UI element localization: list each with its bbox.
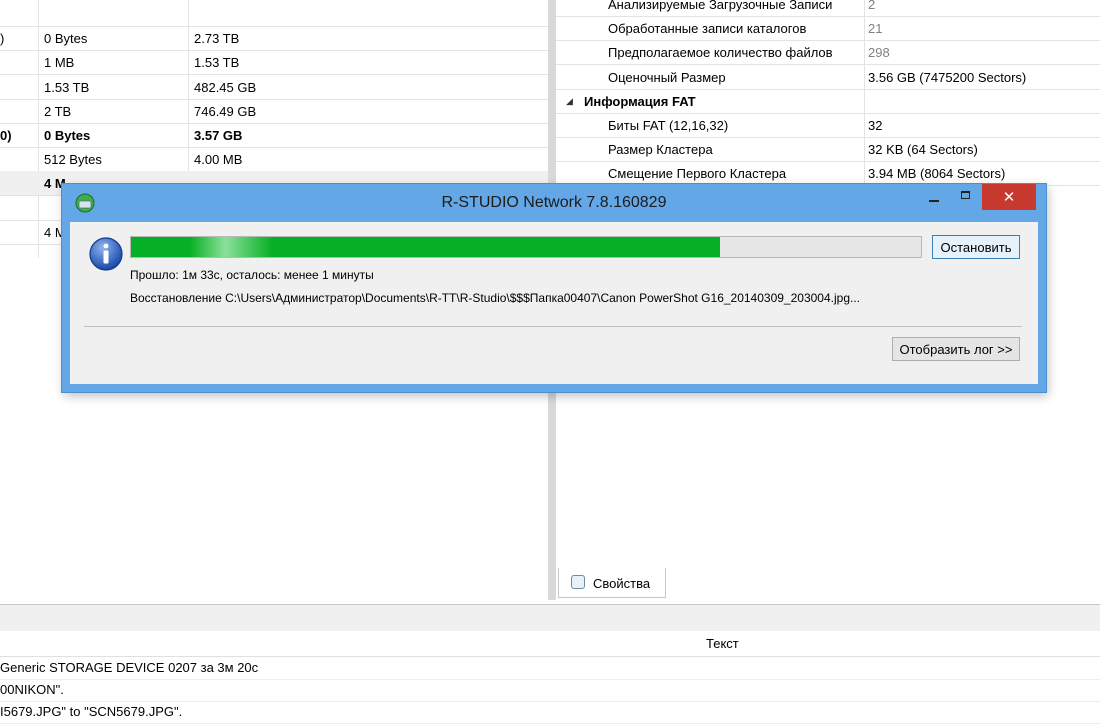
property-key: Обработанные записи каталогов bbox=[608, 21, 807, 37]
property-row[interactable]: Предполагаемое количество файлов 298 bbox=[556, 40, 1100, 66]
show-log-button[interactable]: Отобразить лог >> bbox=[892, 337, 1020, 361]
dialog-title-bar[interactable]: R-STUDIO Network 7.8.160829 bbox=[62, 184, 1046, 222]
property-row[interactable]: Смещение Первого Кластера 3.94 MB (8064 S… bbox=[556, 161, 1100, 187]
table-row[interactable]: ) 0 Bytes 2.73 TB bbox=[0, 26, 548, 52]
table-cell: 746.49 GB bbox=[194, 103, 257, 119]
properties-icon bbox=[571, 575, 585, 589]
property-value: 32 bbox=[868, 118, 883, 133]
tab-properties-label: Свойства bbox=[593, 576, 651, 591]
table-cell: 2 TB bbox=[44, 103, 72, 119]
property-key: Предполагаемое количество файлов bbox=[608, 45, 833, 61]
property-key: Смещение Первого Кластера bbox=[608, 166, 787, 182]
log-line: 00NIKON". bbox=[0, 679, 1100, 702]
property-row[interactable]: Биты FAT (12,16,32) 32 bbox=[556, 113, 1100, 138]
stop-button[interactable]: Остановить bbox=[932, 235, 1020, 259]
table-cell: 482.45 GB bbox=[194, 79, 257, 95]
dialog-title: R-STUDIO Network 7.8.160829 bbox=[441, 194, 667, 211]
table-cell: 1.53 TB bbox=[194, 55, 240, 71]
close-icon: ✕ bbox=[1002, 189, 1016, 206]
property-value: 32 KB (64 Sectors) bbox=[868, 142, 978, 158]
table-row[interactable] bbox=[0, 2, 548, 27]
table-cell: 1.53 TB bbox=[44, 79, 90, 95]
property-key: Информация FAT bbox=[584, 93, 696, 109]
property-row[interactable]: Размер Кластера 32 KB (64 Sectors) bbox=[556, 137, 1100, 163]
log-column-header[interactable]: Текст bbox=[0, 631, 1100, 657]
dialog-divider bbox=[84, 326, 1022, 327]
table-row[interactable]: 0) 0 Bytes 3.57 GB bbox=[0, 123, 548, 148]
progress-dialog: R-STUDIO Network 7.8.160829 ✕ Остановить… bbox=[62, 184, 1046, 392]
property-value: 3.56 GB (7475200 Sectors) bbox=[868, 69, 1027, 85]
property-row[interactable]: Анализируемые Загрузочные Записи 2 bbox=[556, 0, 1100, 17]
table-row[interactable]: 1 MB 1.53 TB bbox=[0, 50, 548, 76]
property-key: Биты FAT (12,16,32) bbox=[608, 118, 729, 133]
recovery-progress-bar bbox=[130, 236, 922, 258]
close-button[interactable]: ✕ bbox=[982, 184, 1036, 210]
log-line: I5679.JPG" to "SCN5679.JPG". bbox=[0, 701, 1100, 724]
table-row[interactable]: 1.53 TB 482.45 GB bbox=[0, 75, 548, 100]
property-value: 2 bbox=[868, 0, 876, 12]
current-file-path: Восстановление C:\Users\Администратор\Do… bbox=[130, 291, 860, 305]
elapsed-time-text: Прошло: 1м 33с, осталось: менее 1 минуты bbox=[130, 268, 374, 282]
table-row[interactable]: 512 Bytes 4.00 MB bbox=[0, 147, 548, 173]
maximize-button[interactable] bbox=[952, 184, 980, 210]
property-row[interactable]: Оценочный Размер 3.56 GB (7475200 Sectors… bbox=[556, 65, 1100, 90]
table-cell: 2.73 TB bbox=[194, 31, 240, 47]
log-toolbar bbox=[0, 604, 1100, 632]
progress-fill bbox=[131, 237, 720, 257]
table-cell: 0 Bytes bbox=[44, 128, 91, 143]
info-icon bbox=[89, 237, 123, 271]
table-cell: 4.00 MB bbox=[194, 152, 243, 168]
property-key: Оценочный Размер bbox=[608, 69, 726, 85]
table-cell: ) bbox=[0, 31, 5, 47]
table-cell: 0 Bytes bbox=[44, 31, 88, 47]
property-key: Размер Кластера bbox=[608, 142, 713, 158]
table-cell: 1 MB bbox=[44, 55, 75, 71]
collapse-triangle-icon[interactable]: ◢ bbox=[566, 96, 573, 107]
dialog-client-area: Остановить Прошло: 1м 33с, осталось: мен… bbox=[70, 222, 1038, 384]
property-key: Анализируемые Загрузочные Записи bbox=[608, 0, 833, 12]
property-value: 298 bbox=[868, 45, 890, 61]
table-cell: 512 Bytes bbox=[44, 152, 102, 168]
property-row[interactable]: Обработанные записи каталогов 21 bbox=[556, 16, 1100, 42]
log-header-text: Текст bbox=[706, 636, 739, 651]
property-value: 21 bbox=[868, 21, 883, 37]
property-group-row[interactable]: ◢ Информация FAT bbox=[556, 89, 1100, 114]
table-cell: 0) bbox=[0, 128, 12, 143]
property-value: 3.94 MB (8064 Sectors) bbox=[868, 166, 1006, 182]
log-line: Generic STORAGE DEVICE 0207 за 3м 20с bbox=[0, 657, 1100, 680]
minimize-button[interactable] bbox=[920, 184, 948, 210]
table-row[interactable]: 2 TB 746.49 GB bbox=[0, 99, 548, 124]
tab-properties[interactable]: Свойства bbox=[558, 568, 666, 598]
table-cell: 3.57 GB bbox=[194, 128, 243, 143]
